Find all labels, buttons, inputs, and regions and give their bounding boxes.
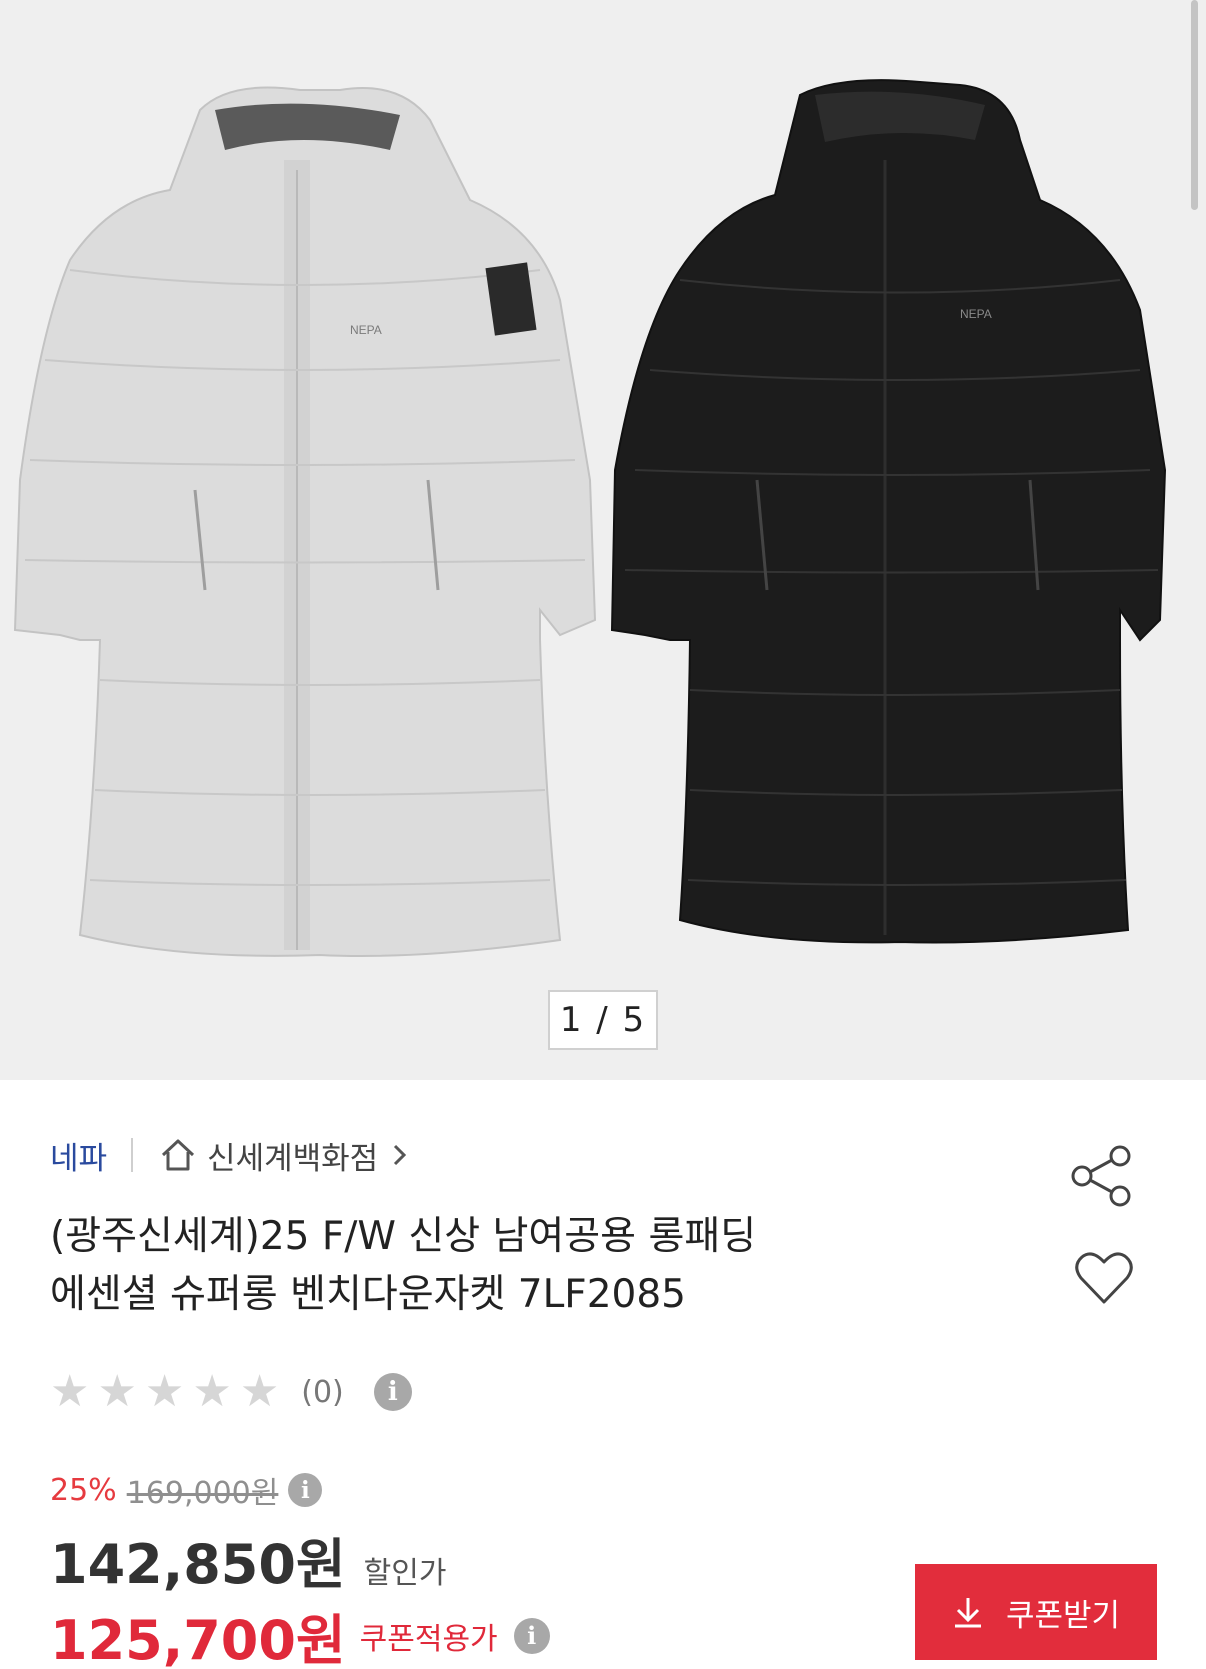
rating-stars: ★ ★ ★ ★ ★ (50, 1370, 287, 1414)
store-name: 신세계백화점 (207, 1140, 379, 1177)
chevron-right-icon (394, 1144, 407, 1166)
divider (131, 1138, 134, 1172)
star-icon: ★ (50, 1366, 90, 1417)
star-icon: ★ (144, 1366, 185, 1417)
sale-price-row: 142,850원 할인가 (50, 1520, 446, 1599)
store-link[interactable]: 신세계백화점 (159, 1133, 418, 1178)
coupon-price-row: 125,700원 쿠폰적용가 i (50, 1596, 550, 1669)
product-info: 네파 신세계백화점 (광주신세계)25 F/W 신상 남여공용 롱패딩 에센셜 … (0, 1080, 1206, 1669)
share-icon (1071, 1145, 1131, 1207)
product-title-line-2: 에센셜 슈퍼롱 벤치다운자켓 7LF2085 (50, 1272, 686, 1317)
rating-info-icon[interactable]: i (373, 1373, 412, 1411)
coupon-price: 125,700원 (50, 1609, 346, 1669)
product-title-line-1: (광주신세계)25 F/W 신상 남여공용 롱패딩 (50, 1214, 757, 1259)
scrollbar[interactable] (1191, 0, 1198, 210)
wishlist-button[interactable] (1074, 1250, 1134, 1310)
black-jacket-image: NEPA (610, 79, 1167, 944)
product-image: NEPA NEPA (13, 79, 1167, 957)
get-coupon-label: 쿠폰받기 (1005, 1597, 1121, 1633)
review-count: (0) (301, 1374, 344, 1410)
sale-price-label: 할인가 (363, 1556, 447, 1591)
gray-jacket-image: NEPA (13, 86, 597, 957)
star-icon: ★ (97, 1366, 137, 1417)
product-image-gallery[interactable]: NEPA NEPA 1 / 5 (0, 0, 1206, 1080)
coupon-info-icon[interactable]: i (513, 1617, 550, 1654)
home-icon (162, 1139, 195, 1171)
coupon-price-label: 쿠폰적용가 (359, 1621, 498, 1657)
rating-row[interactable]: ★ ★ ★ ★ ★ (0) i (50, 1370, 412, 1414)
svg-text:NEPA: NEPA (350, 323, 382, 337)
sale-price: 142,850원 (50, 1533, 346, 1596)
discount-percent: 25% (50, 1472, 117, 1508)
heart-icon (1075, 1252, 1133, 1304)
original-price: 169,000원 (126, 1476, 279, 1511)
svg-text:NEPA: NEPA (960, 307, 992, 321)
brand-link[interactable]: 네파 (50, 1133, 107, 1178)
price-info-icon[interactable]: i (288, 1473, 323, 1507)
share-button[interactable] (1070, 1144, 1134, 1212)
download-icon (954, 1598, 981, 1628)
star-icon: ★ (239, 1366, 280, 1417)
get-coupon-button[interactable]: 쿠폰받기 (915, 1564, 1157, 1660)
image-counter: 1 / 5 (548, 990, 658, 1050)
star-icon: ★ (192, 1366, 232, 1417)
discount-row: 25% 169,000원 i (50, 1468, 323, 1512)
product-title: (광주신세계)25 F/W 신상 남여공용 롱패딩 에센셜 슈퍼롱 벤치다운자켓… (50, 1208, 950, 1324)
brand-row: 네파 신세계백화점 (50, 1132, 418, 1178)
